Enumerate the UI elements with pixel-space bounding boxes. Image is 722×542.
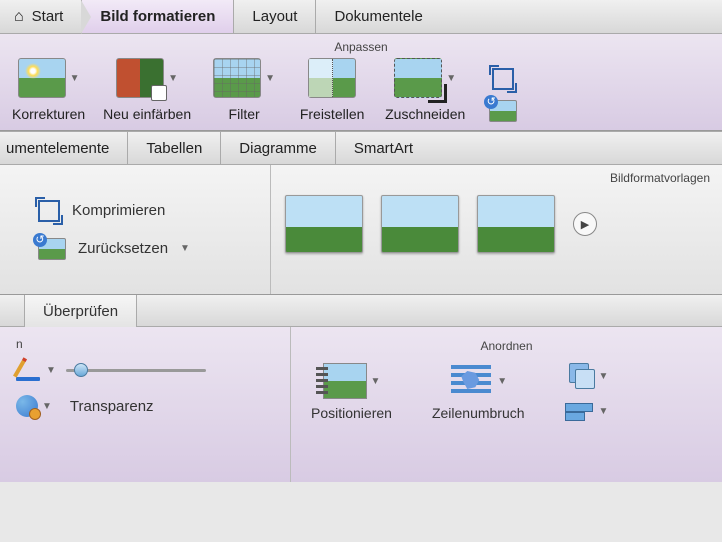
arrange-items: ▼ Positionieren ▼ Zeilenumbruch ▼ ▼	[291, 357, 722, 427]
tabbar-top: ⌂ Start Bild formatieren Layout Dokument…	[0, 0, 722, 34]
tab-bild-label: Bild formatieren	[100, 8, 215, 25]
compress-icon	[492, 68, 514, 90]
positionieren-label: Positionieren	[311, 405, 392, 421]
shape-outline-button[interactable]: ▼	[16, 359, 56, 381]
zuruecksetzen-button[interactable]: Zurücksetzen ▼	[38, 238, 270, 260]
tab-dokumentelemente-label: Dokumentele	[334, 8, 422, 25]
dropdown-icon: ▼	[265, 73, 275, 84]
tabbar-lower: Überprüfen	[0, 295, 722, 327]
zuschneiden-label: Zuschneiden	[385, 106, 465, 122]
tab-diagramme-label: Diagramme	[239, 140, 317, 157]
position-icon	[323, 363, 367, 399]
tab-start-label: Start	[32, 8, 64, 25]
picture-style-thumb[interactable]	[381, 195, 459, 253]
transparency-slider[interactable]	[66, 363, 206, 377]
group-title-bildformatvorlagen: Bildformatvorlagen	[271, 165, 722, 189]
tab-bild-formatieren[interactable]: Bild formatieren	[82, 0, 234, 33]
tab-umentelemente-label: umentelemente	[6, 140, 109, 157]
dropdown-icon: ▼	[497, 376, 507, 387]
panel3-left-title: n	[16, 337, 274, 351]
dropdown-icon: ▼	[446, 73, 456, 84]
tab-tabellen[interactable]: Tabellen	[128, 132, 221, 164]
dropdown-icon: ▼	[70, 73, 80, 84]
zuruecksetzen-label: Zurücksetzen	[78, 240, 168, 257]
neu-einfaerben-button[interactable]: ▼ Neu einfärben	[103, 58, 191, 122]
tab-start[interactable]: ⌂ Start	[0, 0, 82, 33]
panel3-left: n ▼ ▼ Transparenz	[0, 327, 290, 482]
filter-icon	[213, 58, 261, 98]
dropdown-icon: ▼	[42, 401, 52, 412]
zuschneiden-button[interactable]: ▼ Zuschneiden	[385, 58, 465, 122]
dropdown-icon: ▼	[46, 365, 56, 376]
align-icon	[565, 401, 595, 421]
komprimieren-label: Komprimieren	[72, 202, 165, 219]
dropdown-icon: ▼	[371, 376, 381, 387]
effects-button[interactable]: ▼	[16, 395, 52, 417]
positionieren-button[interactable]: ▼ Positionieren	[311, 363, 392, 421]
picture-style-thumb[interactable]	[477, 195, 555, 253]
tab-ueberpruefen-label: Überprüfen	[43, 303, 118, 320]
tab-dokumentelemente[interactable]: Dokumentele	[316, 0, 440, 33]
filter-label: Filter	[229, 106, 260, 122]
ribbon-anpassen: Anpassen ▼ Korrekturen ▼ Neu einfärben ▼…	[0, 34, 722, 131]
remove-background-icon	[308, 58, 356, 98]
effects-icon	[16, 395, 38, 417]
slider-thumb[interactable]	[74, 363, 88, 377]
tab-smartart-label: SmartArt	[354, 140, 413, 157]
corrections-icon	[18, 58, 66, 98]
stack-icon	[565, 363, 595, 389]
gallery-more-button[interactable]: ▶	[573, 212, 597, 236]
neu-einfaerben-label: Neu einfärben	[103, 106, 191, 122]
bring-forward-button[interactable]: ▼	[565, 363, 609, 389]
reset-icon	[489, 100, 517, 122]
zeilenumbruch-label: Zeilenumbruch	[432, 405, 525, 421]
panel3-right: Anordnen ▼ Positionieren ▼ Zeilenumbruch	[290, 327, 722, 482]
panel2-right: Bildformatvorlagen ▶	[270, 165, 722, 294]
panel2-left: Komprimieren Zurücksetzen ▼	[0, 165, 270, 294]
dropdown-icon: ▼	[180, 243, 190, 254]
recolor-icon	[116, 58, 164, 98]
korrekturen-button[interactable]: ▼ Korrekturen	[12, 58, 85, 122]
dropdown-icon: ▼	[599, 371, 609, 382]
dropdown-icon: ▼	[168, 73, 178, 84]
align-button[interactable]: ▼	[565, 401, 609, 421]
komprimieren-button[interactable]: Komprimieren	[38, 200, 270, 222]
korrekturen-label: Korrekturen	[12, 106, 85, 122]
pencil-icon	[16, 359, 42, 381]
reset-icon	[38, 238, 66, 260]
tab-diagramme[interactable]: Diagramme	[221, 132, 336, 164]
tab-ueberpruefen[interactable]: Überprüfen	[24, 295, 137, 327]
zeilenumbruch-button[interactable]: ▼ Zeilenumbruch	[432, 363, 525, 421]
transparenz-label: Transparenz	[70, 398, 154, 415]
group-title-anordnen: Anordnen	[291, 333, 722, 357]
arrange-extra: ▼ ▼	[565, 363, 609, 421]
tab-umentelemente[interactable]: umentelemente	[0, 132, 128, 164]
text-wrap-icon	[449, 363, 493, 399]
dropdown-icon: ▼	[599, 406, 609, 417]
tab-tabellen-label: Tabellen	[146, 140, 202, 157]
panel-anordnen: n ▼ ▼ Transparenz Anordnen ▼	[0, 327, 722, 482]
home-icon: ⌂	[14, 8, 24, 26]
freistellen-button[interactable]: Freistellen	[297, 58, 367, 122]
freistellen-label: Freistellen	[300, 106, 365, 122]
tab-smartart[interactable]: SmartArt	[336, 132, 431, 164]
tab-layout-label: Layout	[252, 8, 297, 25]
crop-icon	[394, 58, 442, 98]
anpassen-items: ▼ Korrekturen ▼ Neu einfärben ▼ Filter F…	[0, 58, 722, 122]
tab-arrow-icon	[81, 0, 91, 34]
filter-button[interactable]: ▼ Filter	[209, 58, 279, 122]
compress-icon	[38, 200, 60, 222]
group-title-anpassen: Anpassen	[0, 34, 722, 58]
tabbar-middle: umentelemente Tabellen Diagramme SmartAr…	[0, 131, 722, 165]
tab-layout[interactable]: Layout	[234, 0, 316, 33]
compress-partial-button[interactable]	[483, 68, 523, 122]
panel-bildformatvorlagen: Komprimieren Zurücksetzen ▼ Bildformatvo…	[0, 165, 722, 295]
style-gallery: ▶	[271, 189, 722, 259]
picture-style-thumb[interactable]	[285, 195, 363, 253]
